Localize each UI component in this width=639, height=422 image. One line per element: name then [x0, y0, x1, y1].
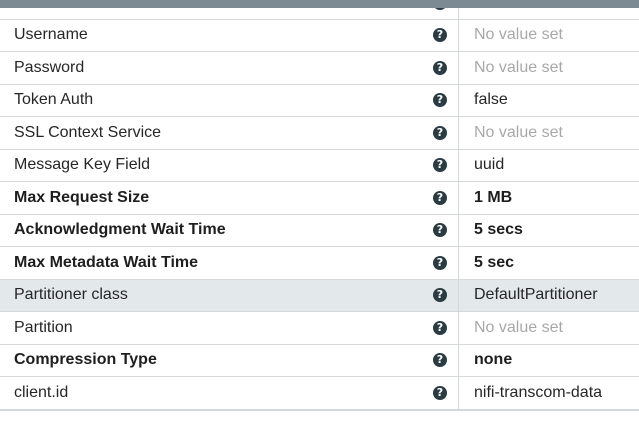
help-icon[interactable]: ?	[433, 223, 447, 238]
help-icon[interactable]: ?	[433, 353, 447, 368]
table-header-bar	[0, 0, 639, 8]
property-value-cell[interactable]: 5 secs	[459, 215, 639, 247]
help-icon[interactable]: ?	[433, 320, 447, 335]
property-row[interactable]: SSL Context Service? No value set	[0, 117, 639, 150]
help-icon[interactable]: ?	[433, 125, 447, 140]
property-name: Password	[14, 58, 85, 76]
property-name-cell: Max Metadata Wait Time?	[0, 247, 459, 279]
property-value-cell[interactable]: No value set	[459, 20, 639, 52]
property-name-cell: Username?	[0, 19, 459, 51]
property-value: nifi-transcom-data	[474, 383, 603, 401]
property-value: none	[474, 351, 513, 369]
property-name: SSL Context Service	[14, 123, 162, 141]
property-value-cell[interactable]: nifi-transcom-data	[459, 377, 639, 409]
help-icon[interactable]: ?	[433, 385, 447, 400]
property-row[interactable]: Password? No value set	[0, 52, 639, 85]
property-name-cell: Partitioner class?	[0, 279, 459, 311]
property-value-cell[interactable]: DefaultPartitioner	[459, 280, 639, 312]
property-name-cell: Message Key Field?	[0, 149, 459, 181]
property-value-cell[interactable]: false	[459, 85, 639, 117]
property-value: No value set	[474, 123, 563, 141]
property-value: uuid	[474, 156, 505, 174]
property-name: Partition	[14, 318, 73, 336]
property-value-cell[interactable]: No value set	[459, 312, 639, 344]
property-name: Partitioner class	[14, 286, 128, 304]
property-value: DefaultPartitioner	[474, 286, 598, 304]
property-name-cell: client.id?	[0, 377, 459, 409]
property-name-cell: Partition?	[0, 312, 459, 344]
property-name: Compression Type	[14, 351, 157, 369]
help-icon[interactable]: ?	[433, 93, 447, 108]
property-value-cell[interactable]: none	[459, 345, 639, 377]
property-value: 5 sec	[474, 253, 515, 271]
property-name-cell: Token Auth?	[0, 84, 459, 116]
property-name-cell: Acknowledgment Wait Time?	[0, 214, 459, 246]
property-value: No value set	[474, 318, 563, 336]
property-value-cell[interactable]: uuid	[459, 150, 639, 182]
property-name: Message Key Field	[14, 156, 151, 174]
property-row[interactable]: Username? No value set	[0, 19, 639, 52]
property-row[interactable]: Acknowledgment Wait Time? 5 secs	[0, 214, 639, 247]
property-value: false	[474, 91, 508, 109]
property-row[interactable]: Partitioner class? DefaultPartitioner	[0, 279, 639, 312]
property-row[interactable]: Max Request Size? 1 MB	[0, 182, 639, 215]
help-icon[interactable]: ?	[433, 60, 447, 75]
property-value-cell[interactable]: No value set	[459, 52, 639, 84]
property-value: No value set	[474, 58, 563, 76]
property-name-cell: Password?	[0, 52, 459, 84]
property-name: Username	[14, 26, 88, 44]
property-name: Acknowledgment Wait Time	[14, 221, 226, 239]
property-name-cell: SSL Context Service?	[0, 117, 459, 149]
property-name: Max Metadata Wait Time	[14, 253, 199, 271]
help-icon[interactable]: ?	[433, 158, 447, 173]
property-value-cell[interactable]: 1 MB	[459, 182, 639, 214]
help-icon[interactable]: ?	[433, 255, 447, 270]
property-row[interactable]: Compression Type? none	[0, 344, 639, 377]
property-row[interactable]: Max Metadata Wait Time? 5 sec	[0, 247, 639, 280]
property-name-cell: Max Request Size?	[0, 182, 459, 214]
help-icon[interactable]: ?	[433, 288, 447, 303]
properties-table: ?Username?No value setPassword?No value …	[0, 0, 639, 410]
property-value: 5 secs	[474, 221, 523, 239]
property-name-cell: Compression Type?	[0, 344, 459, 376]
property-value: 1 MB	[474, 188, 513, 206]
property-name: Max Request Size	[14, 188, 150, 206]
property-value-cell[interactable]: No value set	[459, 117, 639, 149]
help-icon[interactable]: ?	[433, 190, 447, 205]
processor-properties-panel: ?Username?No value setPassword?No value …	[0, 0, 639, 422]
property-value: No value set	[474, 26, 563, 44]
property-row[interactable]: client.id? nifi-transcom-data	[0, 377, 639, 410]
property-row[interactable]: Token Auth? false	[0, 84, 639, 117]
property-row[interactable]: Partition? No value set	[0, 312, 639, 345]
property-value-cell[interactable]: 5 sec	[459, 247, 639, 279]
property-row[interactable]: Message Key Field? uuid	[0, 149, 639, 182]
property-name: client.id	[14, 383, 69, 401]
property-name: Token Auth	[14, 91, 94, 109]
table-bottom-border	[0, 410, 639, 411]
help-icon[interactable]: ?	[433, 28, 447, 43]
